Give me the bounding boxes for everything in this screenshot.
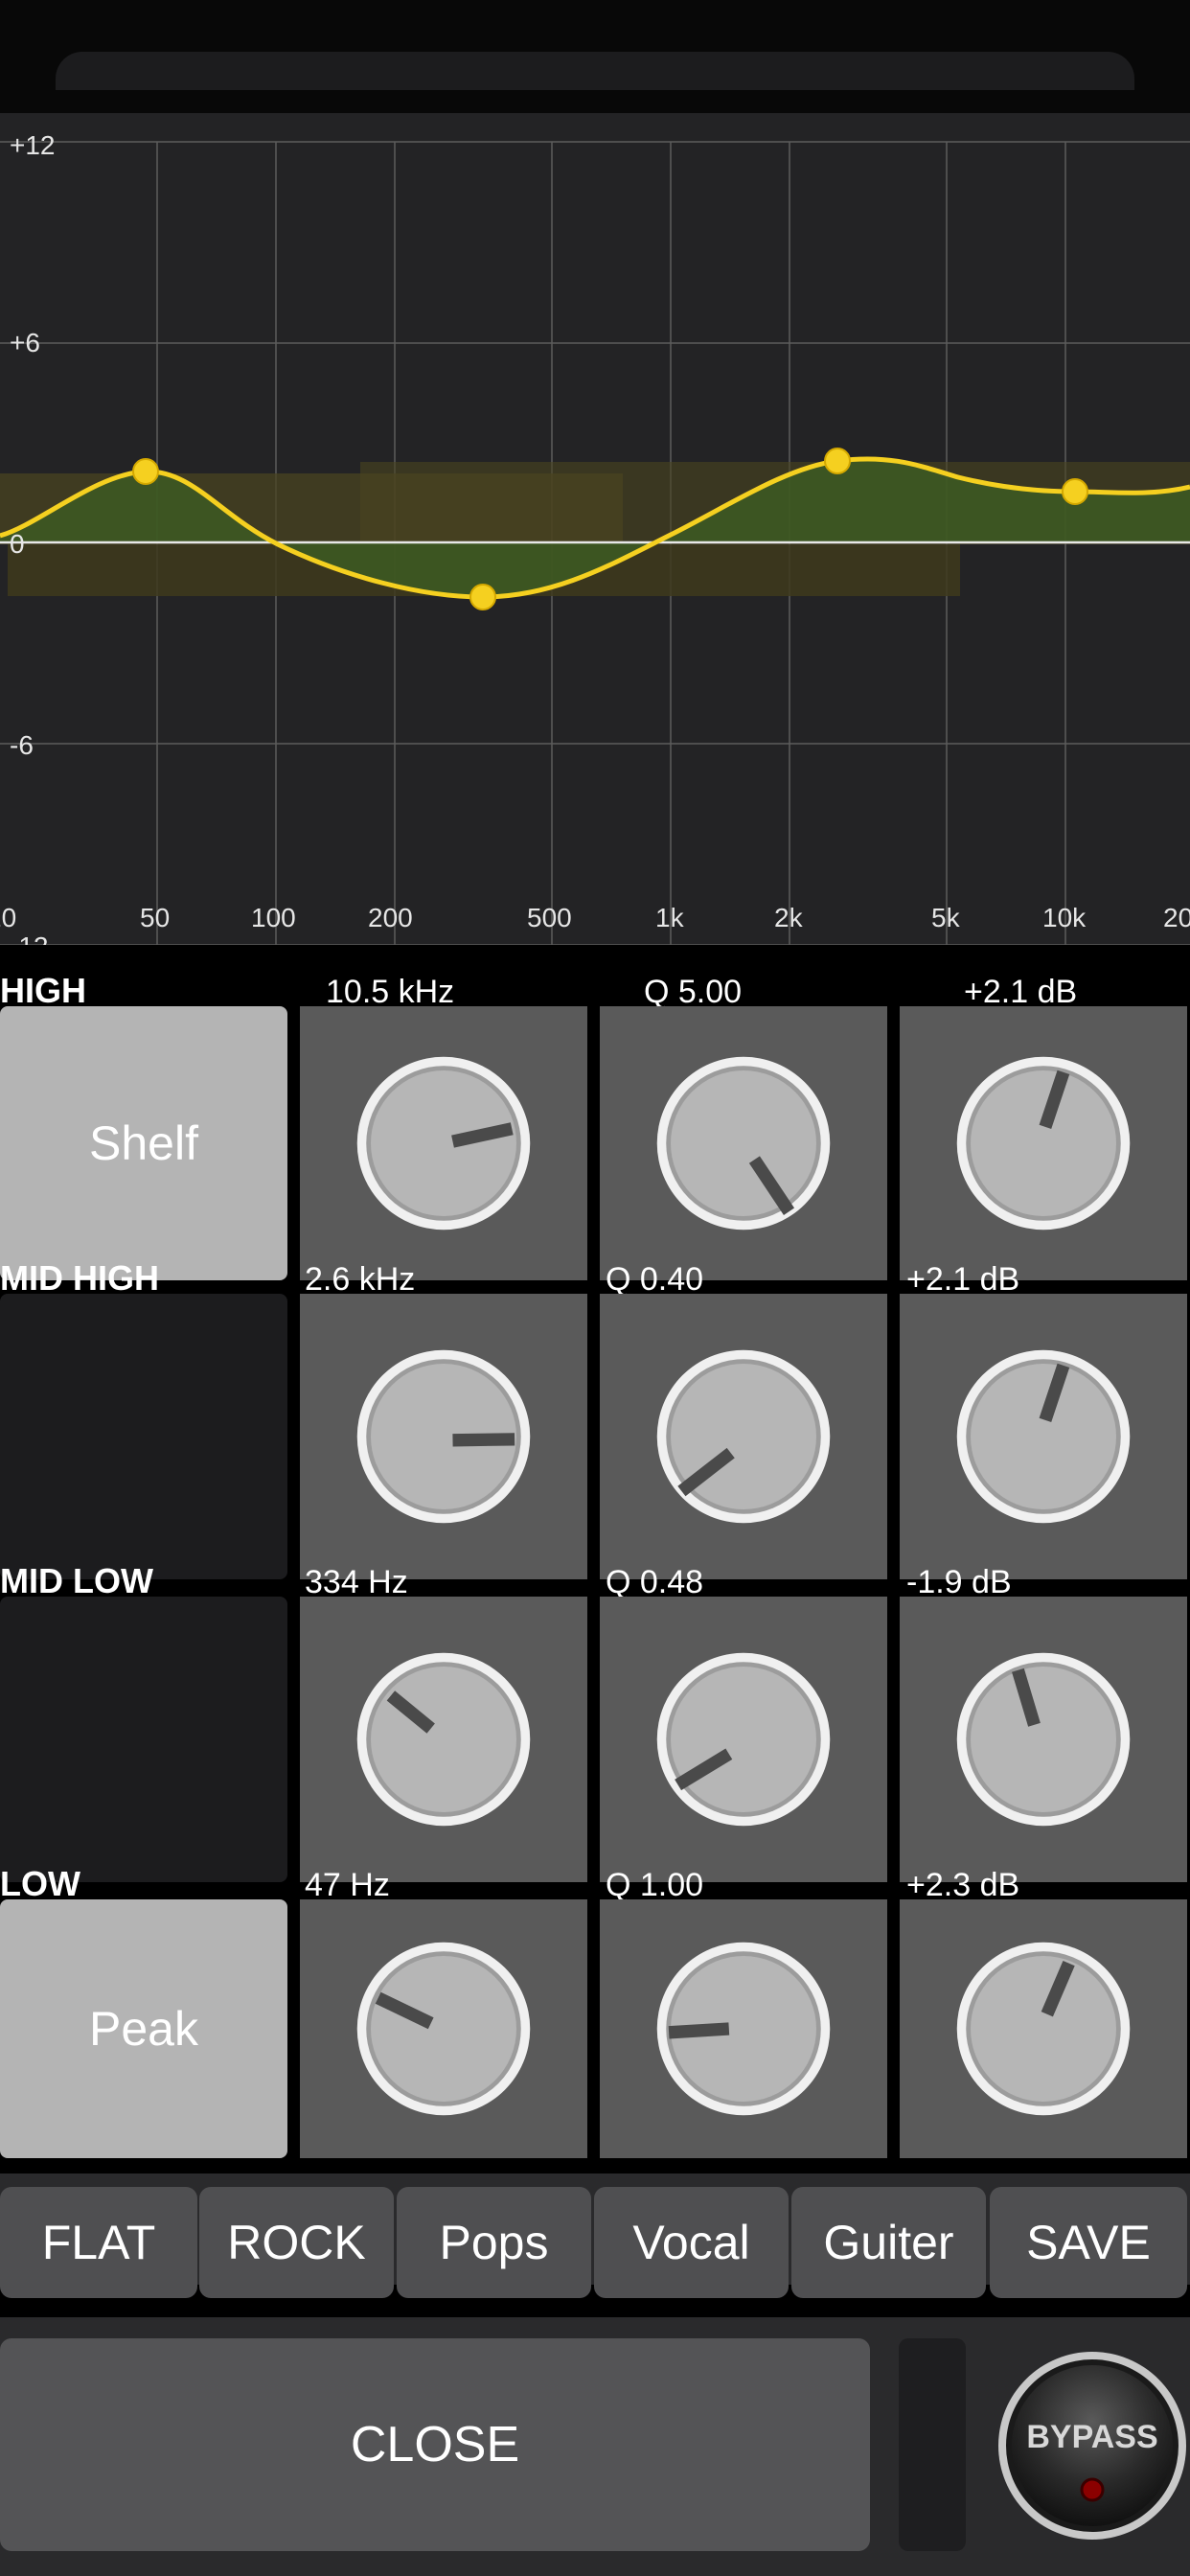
low-band-handle[interactable] bbox=[132, 458, 159, 485]
x-label-50: 50 bbox=[140, 903, 171, 932]
x-label-100: 100 bbox=[251, 903, 296, 932]
low-freq-knob[interactable] bbox=[300, 1899, 587, 2158]
y-label-plus12: +12 bbox=[10, 130, 56, 160]
preset-rock-button[interactable]: ROCK bbox=[199, 2187, 394, 2298]
mid-high-q-knob[interactable] bbox=[600, 1294, 887, 1579]
eq-graph[interactable]: +12 +6 0 -6 -12 20 50 100 200 500 1k 2k … bbox=[0, 113, 1190, 945]
mid-low-q-knob[interactable] bbox=[600, 1597, 887, 1882]
knob-icon bbox=[656, 1056, 831, 1230]
y-label-zero: 0 bbox=[10, 529, 25, 559]
x-label-10k: 10k bbox=[1042, 903, 1087, 932]
high-type-button[interactable]: Shelf bbox=[0, 1006, 287, 1280]
mid-high-gain-knob[interactable] bbox=[900, 1294, 1187, 1579]
x-label-20: 20 bbox=[0, 903, 17, 932]
low-q-knob[interactable] bbox=[600, 1899, 887, 2158]
knob-icon bbox=[356, 1942, 531, 2116]
knob-icon bbox=[956, 1056, 1131, 1230]
mid-high-gain-value: +2.1 dB bbox=[906, 1261, 1020, 1298]
mid-low-q-value: Q 0.48 bbox=[606, 1564, 704, 1600]
knob-icon bbox=[356, 1349, 531, 1524]
knob-icon bbox=[956, 1652, 1131, 1827]
low-gain-value: +2.3 dB bbox=[906, 1867, 1020, 1903]
slider-slot[interactable] bbox=[899, 2338, 966, 2551]
mid-low-type-button[interactable] bbox=[0, 1597, 287, 1882]
mid-high-type-button[interactable] bbox=[0, 1294, 287, 1579]
mid-low-freq-knob[interactable] bbox=[300, 1597, 587, 1882]
mid-low-gain-value: -1.9 dB bbox=[906, 1564, 1012, 1600]
preset-guiter-button[interactable]: Guiter bbox=[791, 2187, 986, 2298]
knob-icon bbox=[956, 1349, 1131, 1524]
low-gain-knob[interactable] bbox=[900, 1899, 1187, 2158]
band-controls: HIGH 10.5 kHz Q 5.00 +2.1 dB Shelf MID H… bbox=[0, 974, 1190, 2162]
high-q-knob[interactable] bbox=[600, 1006, 887, 1280]
high-freq-knob[interactable] bbox=[300, 1006, 587, 1280]
knob-icon bbox=[656, 1652, 831, 1827]
save-preset-button[interactable]: SAVE bbox=[990, 2187, 1187, 2298]
mid-low-gain-knob[interactable] bbox=[900, 1597, 1187, 1882]
knob-icon bbox=[656, 1349, 831, 1524]
high-gain-value: +2.1 dB bbox=[964, 974, 1078, 1010]
y-label-minus12: -12 bbox=[10, 933, 48, 946]
low-type-button[interactable]: Peak bbox=[0, 1899, 287, 2158]
top-bar bbox=[0, 0, 1190, 113]
eq-graph-svg bbox=[0, 141, 1190, 945]
bypass-label: BYPASS bbox=[1026, 2419, 1157, 2455]
mid-high-q-value: Q 0.40 bbox=[606, 1261, 704, 1298]
low-freq-value: 47 Hz bbox=[305, 1867, 390, 1903]
x-label-200: 200 bbox=[368, 903, 413, 932]
preset-vocal-button[interactable]: Vocal bbox=[594, 2187, 789, 2298]
knob-icon bbox=[356, 1652, 531, 1827]
bypass-icon: BYPASS bbox=[998, 2352, 1186, 2540]
y-label-plus6: +6 bbox=[10, 328, 40, 357]
low-q-value: Q 1.00 bbox=[606, 1867, 704, 1903]
mid-high-band-handle[interactable] bbox=[824, 448, 851, 474]
preset-flat-button[interactable]: FLAT bbox=[0, 2187, 197, 2298]
x-label-2k: 2k bbox=[774, 903, 803, 932]
knob-icon bbox=[356, 1056, 531, 1230]
mid-high-freq-knob[interactable] bbox=[300, 1294, 587, 1579]
band-title-low: LOW bbox=[0, 1864, 80, 1903]
knob-icon bbox=[656, 1942, 831, 2116]
sheet-handle bbox=[56, 52, 1134, 90]
preset-bar: FLAT ROCK Pops Vocal Guiter SAVE bbox=[0, 2174, 1190, 2298]
bypass-button[interactable]: BYPASS bbox=[996, 2342, 1188, 2549]
y-label-minus6: -6 bbox=[10, 730, 34, 760]
band-title-mid-low: MID LOW bbox=[0, 1561, 153, 1600]
close-button[interactable]: CLOSE bbox=[0, 2338, 870, 2551]
high-q-value: Q 5.00 bbox=[644, 974, 743, 1010]
high-freq-value: 10.5 kHz bbox=[326, 974, 455, 1010]
mid-high-freq-value: 2.6 kHz bbox=[305, 1261, 416, 1298]
x-label-5k: 5k bbox=[931, 903, 960, 932]
preset-pops-button[interactable]: Pops bbox=[397, 2187, 591, 2298]
high-gain-knob[interactable] bbox=[900, 1006, 1187, 1280]
mid-low-band-handle[interactable] bbox=[469, 584, 496, 610]
band-title-high: HIGH bbox=[0, 971, 86, 1010]
high-band-handle[interactable] bbox=[1062, 478, 1088, 505]
band-title-mid-high: MID HIGH bbox=[0, 1258, 159, 1298]
x-label-1k: 1k bbox=[655, 903, 684, 932]
x-label-500: 500 bbox=[527, 903, 572, 932]
mid-low-freq-value: 334 Hz bbox=[305, 1564, 408, 1600]
x-label-20k: 20k bbox=[1163, 903, 1190, 932]
knob-icon bbox=[956, 1942, 1131, 2116]
bottom-bar: CLOSE BYPASS bbox=[0, 2317, 1190, 2576]
